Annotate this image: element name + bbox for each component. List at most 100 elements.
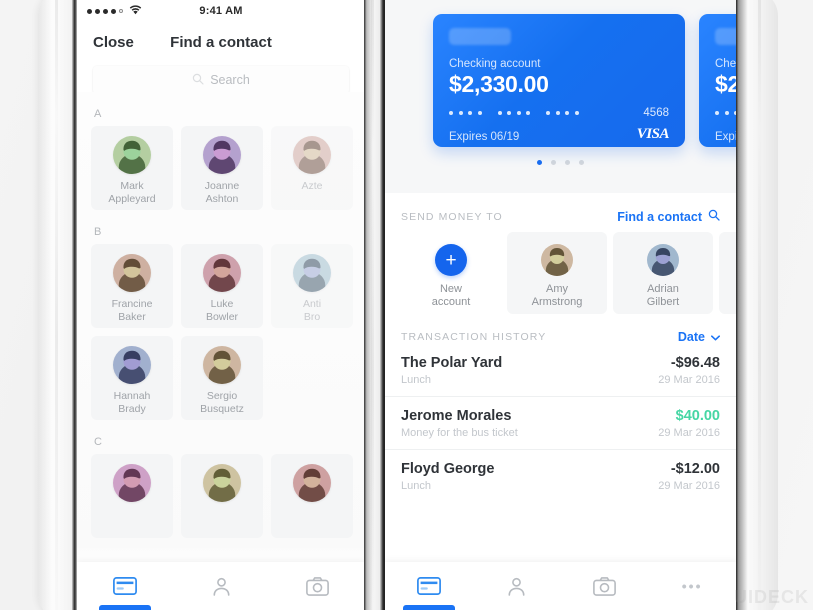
transaction-row[interactable]: Jerome Morales $40.00 Money for the bus ti… [385,396,736,449]
search-icon [192,73,204,88]
contact-name: Azte [301,180,323,192]
carousel-dot[interactable] [537,160,542,165]
tx-fade-overlay [385,546,736,562]
send-money-contacts[interactable]: + Newaccount AmyArmstrong AdrianGilbert C… [385,224,736,314]
navigation-bar: Close Find a contact [77,22,365,62]
contact-card[interactable] [91,454,173,538]
left-phone-screen: 9:41 AM Close Find a contact Search A Ma… [77,0,365,610]
avatar [203,346,241,384]
card-number: 4568 [715,107,736,119]
contact-card[interactable]: Luke Bowler [181,244,263,328]
contact-name: Anti Bro [302,298,322,323]
status-bar: 9:41 AM [77,0,365,22]
cards-strip[interactable]: Checking account $2,330.00 4568 Expires 06/… [385,14,736,147]
transaction-list[interactable]: The Polar Yard -$96.48 Lunch 29 Mar 2016 Jer… [385,344,736,502]
transaction-amount: $40.00 [675,408,720,424]
send-money-contact-card[interactable]: Adrian Gilbert [613,232,713,314]
transaction-name: The Polar Yard [401,355,503,371]
contact-card[interactable]: Sergio Busquetz [181,336,263,420]
send-money-contact-card[interactable]: Amy Armstrong [507,232,607,314]
active-tab-indicator [402,605,455,610]
avatar [293,464,331,502]
avatar [203,136,241,174]
card-balance: $2,330.00 [449,71,549,97]
card-last4: 4568 [643,107,669,119]
search-input[interactable]: Search [93,66,349,94]
bank-card[interactable]: Checking account$2,330.00 4568 Expires 06/… [699,14,736,147]
tab-cards[interactable] [77,562,173,610]
contact-card[interactable]: Anti Bro [271,244,353,328]
plus-icon: + [435,244,467,276]
send-money-contact-card[interactable]: CHa [719,232,736,314]
new-account-card[interactable]: + New account [401,232,501,314]
carousel-dot[interactable] [565,160,570,165]
contact-card[interactable]: Joanne Ashton [181,126,263,210]
screenshot-stage: 9:41 AM Close Find a contact Search A Ma… [0,0,813,610]
transaction-description: Lunch [401,480,431,492]
carousel-dot[interactable] [551,160,556,165]
contact-row [91,454,353,538]
card-chip-icon [449,28,511,45]
close-button[interactable]: Close [93,34,134,51]
transaction-name: Floyd George [401,461,495,477]
signal-dot-icon [119,9,123,13]
transaction-row[interactable]: Floyd George -$12.00 Lunch 29 Mar 2016 [385,449,736,502]
cards-carousel[interactable]: Checking account $2,330.00 4568 Expires 06/… [385,0,736,193]
contact-section-spacer [91,328,351,336]
card-account-label: Checking account [449,58,541,70]
avatar [647,244,679,276]
transaction-history-header: TRANSACTION HISTORY Date [385,314,736,344]
active-tab-indicator [99,605,151,610]
card-chip-icon [715,28,736,45]
contact-name: Sergio Busquetz [200,390,244,415]
chevron-down-icon [711,330,720,344]
card-expiry: Expires 06/19 [715,131,736,143]
contact-name: Amy Armstrong [531,283,583,308]
contact-card[interactable]: Hannah Brady [91,336,173,420]
send-money-title: SEND MONEY TO [401,210,503,223]
right-phone-screen: Checking account $2,330.00 4568 Expires 06/… [385,0,736,610]
right-phone-side-button [371,0,374,610]
bank-card[interactable]: Checking account$2,330.00 4568 Expires 06/… [433,14,685,147]
visa-logo-icon: VISA [636,126,670,142]
avatar [293,136,331,174]
person-icon [508,577,525,596]
sort-by-date-button[interactable]: Date [678,330,720,344]
tab-more[interactable]: ••• [648,562,736,610]
tab-camera[interactable] [561,562,649,610]
tab-contacts[interactable] [473,562,561,610]
contact-name: Francine Baker [111,298,153,323]
contact-card[interactable]: Azte [271,126,353,210]
contact-name: Adrian Gilbert [646,283,680,308]
avatar [113,254,151,292]
tab-contacts[interactable] [173,562,269,610]
contact-card[interactable]: Mark Appleyard [91,126,173,210]
send-money-header: SEND MONEY TO Find a contact [385,193,736,224]
card-balance: $2,330.00 [715,71,736,97]
left-tab-bar[interactable] [77,562,365,610]
transaction-history-title: TRANSACTION HISTORY [401,331,547,343]
avatar [293,254,331,292]
right-tab-bar[interactable]: ••• [385,562,736,610]
find-a-contact-link[interactable]: Find a contact [617,209,720,224]
card-expiry: Expires 06/19 [449,131,520,143]
contact-name: Joanne Ashton [204,180,240,205]
carousel-pagination[interactable] [385,160,736,165]
tab-camera[interactable] [269,562,365,610]
tab-cards[interactable] [385,562,473,610]
transaction-amount: -$12.00 [670,461,720,477]
camera-icon [305,576,329,596]
contact-card[interactable] [271,454,353,538]
contact-list[interactable]: A Mark Appleyard Joanne Ashton Azte B Franc… [77,92,365,610]
contact-card[interactable]: Francine Baker [91,244,173,328]
search-icon [708,209,720,224]
transaction-row[interactable]: The Polar Yard -$96.48 Lunch 29 Mar 2016 [385,344,736,396]
avatar [113,464,151,502]
right-phone-side-button-2 [758,0,761,610]
contact-card[interactable] [181,454,263,538]
card-icon [416,577,441,595]
left-phone-side-button [55,0,58,610]
carousel-dot[interactable] [579,160,584,165]
contact-name: Hannah Brady [113,390,151,415]
camera-icon [592,576,616,596]
